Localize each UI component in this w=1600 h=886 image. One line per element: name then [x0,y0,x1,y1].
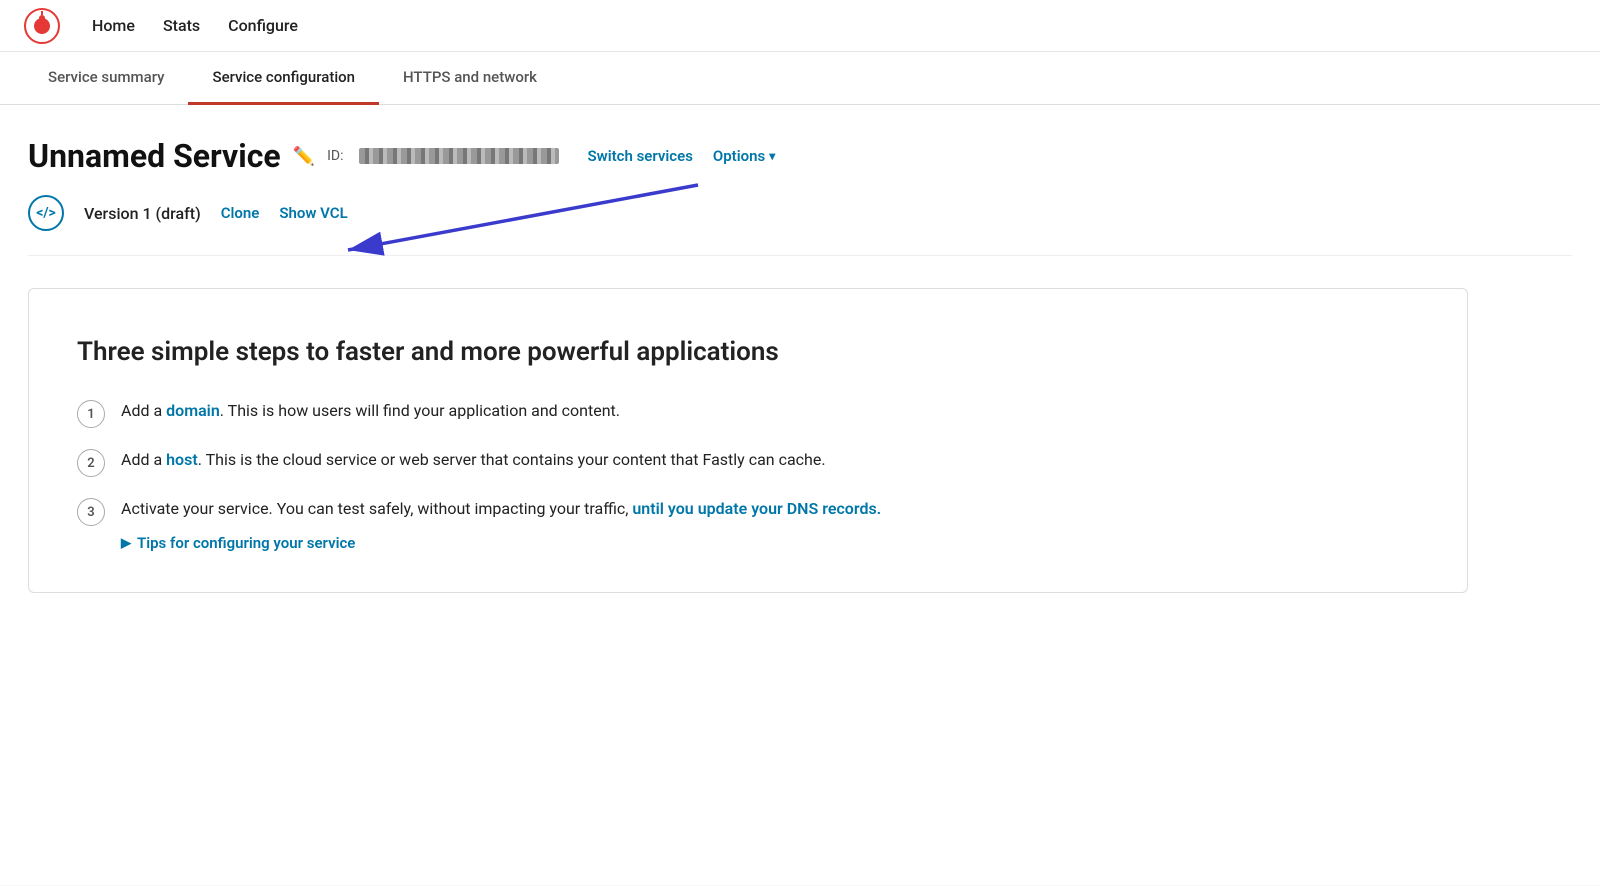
top-nav: Home Stats Configure [0,0,1600,52]
nav-stats[interactable]: Stats [163,16,200,35]
tab-service-summary[interactable]: Service summary [24,52,188,105]
tab-service-configuration[interactable]: Service configuration [188,52,379,105]
step-3: 3 Activate your service. You can test sa… [77,497,1419,526]
tips-label: Tips for configuring your service [137,534,355,552]
fastly-logo [24,8,60,44]
service-title-row: Unnamed Service ✏️ ID: Switch services O… [28,137,1572,175]
steps-list: 1 Add a domain. This is how users will f… [77,399,1419,526]
version-row: </> Version 1 (draft) Clone Show VCL [28,195,1572,256]
step-1-after: . This is how users will find your appli… [220,401,620,420]
version-text: Version 1 (draft) [84,204,201,223]
options-label: Options [713,147,765,165]
service-id-label: ID: [327,148,343,164]
host-link[interactable]: host [166,450,198,469]
service-name: Unnamed Service [28,137,281,175]
tab-https-network[interactable]: HTTPS and network [379,52,561,105]
nav-links: Home Stats Configure [92,16,298,35]
clone-button[interactable]: Clone [221,204,260,222]
step-2-after: . This is the cloud service or web serve… [198,450,826,469]
version-icon: </> [28,195,64,231]
step-1: 1 Add a domain. This is how users will f… [77,399,1419,428]
steps-card: Three simple steps to faster and more po… [28,288,1468,593]
nav-home[interactable]: Home [92,16,135,35]
step-2-number: 2 [77,449,105,477]
tips-arrow-icon: ▶ [121,536,131,551]
step-2: 2 Add a host. This is the cloud service … [77,448,1419,477]
tips-link[interactable]: ▶ Tips for configuring your service [121,534,1419,552]
show-vcl-button[interactable]: Show VCL [279,204,347,222]
tab-bar: Service summary Service configuration HT… [0,52,1600,105]
chevron-down-icon: ▾ [769,149,775,163]
step-3-text: Activate your service. You can test safe… [121,497,881,521]
main-content: Unnamed Service ✏️ ID: Switch services O… [0,105,1600,885]
code-brackets-icon: </> [36,205,56,221]
step-3-number: 3 [77,498,105,526]
step-1-text: Add a domain. This is how users will fin… [121,399,620,423]
domain-link[interactable]: domain [166,401,220,420]
options-button[interactable]: Options ▾ [713,147,775,165]
step-1-number: 1 [77,400,105,428]
edit-icon[interactable]: ✏️ [293,146,315,167]
step-2-text: Add a host. This is the cloud service or… [121,448,826,472]
nav-configure[interactable]: Configure [228,16,298,35]
service-id-value [359,148,559,164]
steps-title: Three simple steps to faster and more po… [77,337,1419,367]
dns-records-link[interactable]: until you update your DNS records. [632,499,881,518]
switch-services-button[interactable]: Switch services [587,147,692,165]
